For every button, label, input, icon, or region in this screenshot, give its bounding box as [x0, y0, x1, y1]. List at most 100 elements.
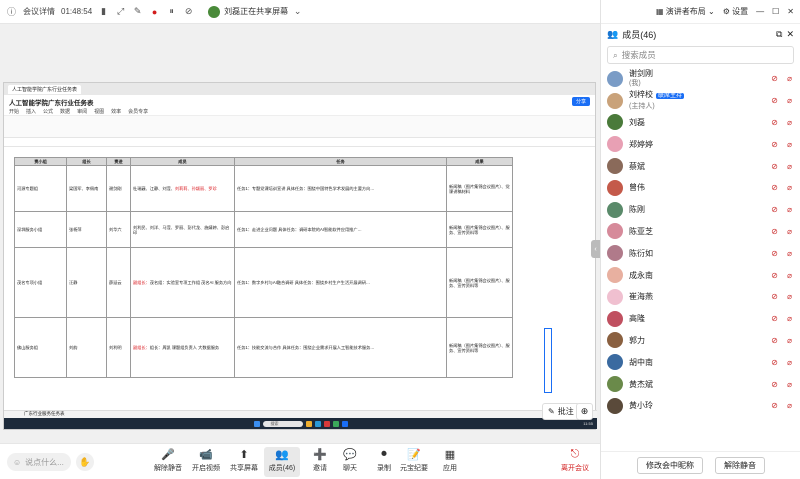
cell-owner[interactable]: 刘利明 — [106, 317, 131, 379]
toolbar-button[interactable]: 👥 成员(46) — [264, 447, 300, 477]
toolbar-button[interactable]: 🎤 解除静音 — [150, 447, 186, 477]
pause-icon[interactable]: ⏸ — [166, 6, 177, 17]
toolbar-button[interactable]: 💬 聊天 — [332, 447, 368, 477]
cell-leader[interactable]: 刘韵 — [66, 317, 107, 379]
meeting-timer: 01:48:54 — [61, 7, 93, 16]
info-icon[interactable]: ⓘ — [6, 6, 17, 17]
member-row[interactable]: 高隆 ⊘ ⌀ — [601, 308, 800, 330]
menu-item[interactable]: 审阅 — [77, 108, 87, 115]
browser-icon[interactable] — [314, 420, 321, 427]
member-row[interactable]: 陈衍如 ⊘ ⌀ — [601, 242, 800, 264]
pen-icon[interactable]: ✎ — [132, 6, 143, 17]
video-off-icon: ⊘ — [771, 292, 778, 302]
settings-button[interactable]: ⚙ 设置 — [723, 6, 748, 17]
doc-share-button[interactable]: 分享 — [571, 97, 590, 106]
unmute-all-button[interactable]: 解除静音 — [715, 457, 765, 474]
collapse-panel-icon[interactable]: ‹ — [591, 240, 600, 258]
member-row[interactable]: 刘梓校 联席主持 (主持人) ⊘ ⌀ — [601, 90, 800, 112]
cell-members[interactable]: 副组长：组长：周凯 课题组负责人 大数据服务 — [130, 317, 235, 379]
cell-result[interactable]: 新闻稿（图片集锦会议图片）、党课讲稿材料 — [446, 165, 513, 213]
cell-group[interactable]: 佛山服务组 — [14, 317, 67, 379]
meeting-info-label[interactable]: 会议详情 — [23, 6, 55, 17]
toolbar-button[interactable]: 📝 元宝纪要 — [396, 447, 432, 477]
toolbar-button[interactable]: ▦ 应用 — [432, 447, 468, 477]
cell-task[interactable]: 任务1：专题党课培训宣讲 具体任务：围绕中国特色学术发展的主要方向… — [234, 165, 447, 213]
cell-result[interactable]: 新闻稿（图片集锦会议图片）、服务、宣传资料等 — [446, 247, 513, 319]
close-icon[interactable]: ✕ — [787, 7, 794, 16]
toolbar-label: 解除静音 — [154, 465, 182, 472]
cell-owner[interactable]: 薛延云 — [106, 247, 131, 319]
member-row[interactable]: 黄小玲 ⊘ ⌀ — [601, 395, 800, 417]
menu-item[interactable]: 效率 — [111, 108, 121, 115]
cell-owner[interactable]: 谢剑刚 — [106, 165, 131, 213]
cell-members[interactable]: 杜瑞巍、江静、刘滢、刘莉莉、孙颖丽、罗珍 — [130, 165, 235, 213]
toolbar-button[interactable]: 📹 开启视频 — [188, 447, 224, 477]
app-icon[interactable] — [323, 420, 330, 427]
member-name: 曾伟 — [629, 183, 645, 193]
cell-task[interactable]: 任务1：走进企业问题 具体任务：调研本院的AI智能软件应用推广… — [234, 211, 447, 249]
member-row[interactable]: 蔡斌 ⊘ ⌀ — [601, 155, 800, 177]
member-row[interactable]: 刘磊 ⊘ ⌀ — [601, 112, 800, 134]
sheet-tab[interactable]: 广东行业服务任务表 — [4, 410, 597, 418]
minimize-icon[interactable]: — — [756, 7, 764, 16]
cell-task[interactable]: 任务1：数字乡村与AI融合调研 具体任务：围绕乡村生产生活开展调研… — [234, 247, 447, 319]
cell-group[interactable]: 茂名专项小组 — [14, 247, 67, 319]
member-row[interactable]: 崔海燕 ⊘ ⌀ — [601, 286, 800, 308]
start-icon[interactable] — [253, 420, 260, 427]
member-role: (主持人) — [629, 103, 655, 111]
member-row[interactable]: 成永南 ⊘ ⌀ — [601, 264, 800, 286]
menu-item[interactable]: 公式 — [43, 108, 53, 115]
toolbar-icon: 📹 — [199, 448, 213, 461]
selected-cell[interactable] — [544, 328, 552, 393]
cell-result[interactable]: 新闻稿（图片集锦会议图片）、服务、宣传资料等 — [446, 317, 513, 379]
comment-button[interactable]: ✎ 批注 — [542, 403, 580, 420]
maximize-icon[interactable]: ☐ — [772, 7, 779, 16]
app-icon[interactable] — [332, 420, 339, 427]
zoom-in-icon[interactable]: ⊕ — [576, 403, 593, 420]
menu-item[interactable]: 会员专享 — [128, 108, 148, 115]
cell-members[interactable]: 副组长：茂名组：实验室专项工作组 茂名AI 服务方向 — [130, 247, 235, 319]
formula-bar[interactable] — [4, 138, 595, 147]
layout-button[interactable]: ▦ 演讲者布局 ⌄ — [656, 6, 715, 17]
cell-group[interactable]: 河源专题组 — [14, 165, 67, 213]
member-row[interactable]: 陈刚 ⊘ ⌀ — [601, 199, 800, 221]
cell-task[interactable]: 任务1：技能交流与合作 具体任务：围绕企业需求开展人工智能技术服务… — [234, 317, 447, 379]
member-row[interactable]: 陈亚芝 ⊘ ⌀ — [601, 221, 800, 243]
doc-toolbar — [4, 116, 595, 138]
taskbar-search[interactable]: 搜索 — [262, 420, 303, 427]
cell-members[interactable]: 刘利民、刘洋、马滢、罗丽、彭代龙、施婧婷、彭启印 — [130, 211, 235, 249]
member-row[interactable]: 胡中南 ⊘ ⌀ — [601, 351, 800, 373]
menu-item[interactable]: 视图 — [94, 108, 104, 115]
zoom-icon[interactable]: ⊘ — [183, 6, 194, 17]
doc-tab[interactable]: 人工智能学院广东行业任务表 — [8, 84, 82, 94]
cell-leader[interactable]: 张杨萍 — [66, 211, 107, 249]
menu-item[interactable]: 插入 — [26, 108, 36, 115]
menu-item[interactable]: 开始 — [9, 108, 19, 115]
member-row[interactable]: 黄杰斌 ⊘ ⌀ — [601, 373, 800, 395]
cell-leader[interactable]: 汪静 — [66, 247, 107, 319]
cell-owner[interactable]: 刘华六 — [106, 211, 131, 249]
signal-icon: ▮ — [101, 6, 107, 16]
toolbar-button[interactable]: ⬆ 共享屏幕 — [226, 447, 262, 477]
app-icon[interactable] — [341, 420, 348, 427]
member-row[interactable]: 郑婷婷 ⊘ ⌀ — [601, 133, 800, 155]
cell-group[interactable]: 深圳服务小组 — [14, 211, 67, 249]
close-icon[interactable]: ✕ — [786, 29, 794, 40]
cell-leader[interactable]: 梁国军、李佩南 — [66, 165, 107, 213]
member-row[interactable]: 曾伟 ⊘ ⌀ — [601, 177, 800, 199]
cell-result[interactable]: 新闻稿（图片集锦会议图片）、服务、宣传资料等 — [446, 211, 513, 249]
leave-meeting-button[interactable]: ⎋ 离开会议 — [557, 447, 593, 477]
chevron-down-icon[interactable]: ⌄ — [292, 6, 303, 17]
expand-icon[interactable]: ⤢ — [115, 6, 126, 17]
member-row[interactable]: 谢剑刚 (我) ⊘ ⌀ — [601, 68, 800, 90]
col-header: 任务 — [234, 156, 447, 167]
rename-button[interactable]: 修改会中昵称 — [637, 457, 703, 474]
record-icon[interactable]: ● — [149, 6, 160, 17]
member-row[interactable]: 郭力 ⊘ ⌀ — [601, 330, 800, 352]
menu-item[interactable]: 数据 — [60, 108, 70, 115]
popout-icon[interactable]: ⧉ — [776, 29, 782, 40]
folder-icon[interactable] — [305, 420, 312, 427]
member-search-input[interactable]: ⌕ 搜索成员 — [607, 46, 794, 64]
chat-quick-input[interactable]: ☺ 说点什么... — [7, 453, 71, 471]
raise-hand-icon[interactable]: ✋ — [76, 453, 94, 471]
